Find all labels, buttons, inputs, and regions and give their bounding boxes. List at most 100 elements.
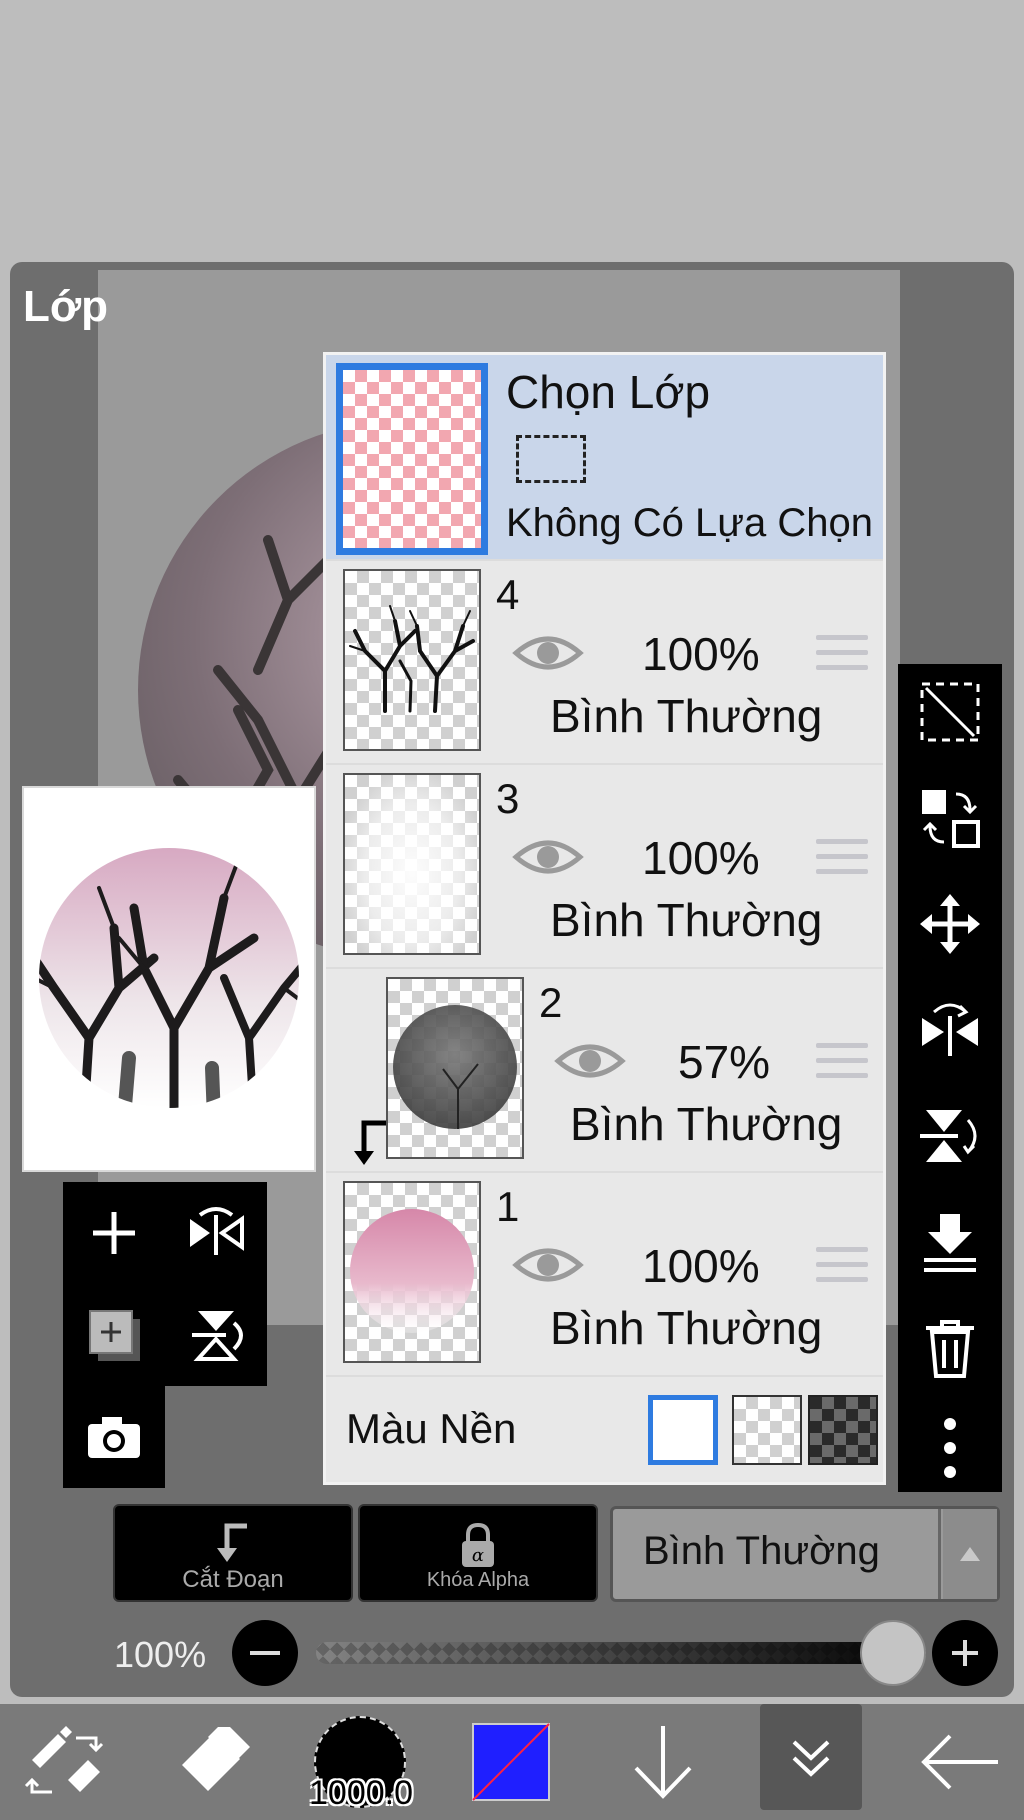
layer-list: Chọn Lớp Không Có Lựa Chọn 4 100% Bình T…: [323, 352, 886, 1485]
flip-horizontal-icon: [922, 1003, 978, 1056]
layer-blend-mode: Bình Thường: [570, 1098, 843, 1150]
layer-thumbnail: [343, 1181, 481, 1363]
selection-layer-title: Chọn Lớp: [506, 366, 711, 418]
blend-mode-dropdown[interactable]: [943, 1509, 997, 1599]
tool-switch-button[interactable]: [14, 1704, 114, 1820]
more-vertical-icon: [944, 1418, 956, 1478]
primary-color-swatch: [472, 1723, 550, 1801]
layer-panel: Lớp Chọn Lớp Không Có Lựa Chọn 4 100% Bì…: [10, 262, 1014, 1697]
layer-opacity: 100%: [642, 832, 760, 884]
layer-blend-mode: Bình Thường: [550, 1302, 823, 1354]
layer-blend-mode: Bình Thường: [550, 690, 823, 742]
alpha-lock-button[interactable]: α Khóa Alpha: [358, 1504, 598, 1602]
layer-row[interactable]: 3 100% Bình Thường: [326, 765, 883, 967]
add-layer-button[interactable]: [63, 1182, 165, 1284]
arrow-left-icon: [921, 1734, 998, 1790]
bottom-toolbar: 1000.0: [0, 1704, 1024, 1820]
opacity-label: 100%: [114, 1634, 207, 1675]
delete-layer-button[interactable]: [914, 1312, 986, 1384]
opacity-slider-track[interactable]: [316, 1642, 926, 1664]
layers-toggle-button[interactable]: [760, 1704, 862, 1810]
layer-thumbnail: [343, 773, 481, 955]
brush-eraser-swap-icon: [24, 1726, 104, 1794]
transfer-layer-button[interactable]: [914, 782, 986, 854]
brush-size-button[interactable]: 1000.0: [300, 1704, 420, 1820]
move-arrows-icon: [920, 894, 980, 954]
selection-marquee-icon: [516, 435, 586, 483]
plus-icon: [952, 1640, 978, 1666]
opacity-slider-thumb[interactable]: [860, 1620, 926, 1686]
minus-icon: [250, 1651, 280, 1655]
layer-row[interactable]: 1 100% Bình Thường: [326, 1173, 883, 1375]
clipping-label: Cắt Đoạn: [182, 1566, 284, 1593]
layer-thumbnail: [386, 977, 524, 1159]
selection-layer-thumbnail: [336, 363, 488, 555]
drag-handle-icon[interactable]: [816, 839, 868, 879]
back-button[interactable]: [910, 1704, 1010, 1820]
flip-vertical-button[interactable]: [165, 1284, 267, 1386]
selection-diagonal-icon: [920, 682, 980, 742]
layer-row[interactable]: 2 57% Bình Thường: [326, 969, 883, 1171]
visibility-eye-icon[interactable]: [512, 631, 584, 675]
layer-opacity: 100%: [642, 628, 760, 680]
panel-title: Lớp: [23, 282, 109, 331]
layer-opacity: 100%: [642, 1240, 760, 1292]
bg-dark-checker-swatch[interactable]: [808, 1395, 878, 1465]
svg-text:α: α: [472, 1545, 484, 1566]
visibility-eye-icon[interactable]: [512, 835, 584, 879]
visibility-eye-icon[interactable]: [554, 1039, 626, 1083]
flip-horizontal-button[interactable]: [165, 1182, 267, 1284]
flip-vertical-icon: [192, 1311, 243, 1361]
opacity-increase-button[interactable]: [932, 1620, 998, 1686]
eraser-icon: [182, 1727, 250, 1791]
blend-mode-select[interactable]: Bình Thường: [610, 1506, 1000, 1602]
triangle-up-icon: [960, 1547, 980, 1561]
layer-number: 4: [496, 571, 520, 618]
clipping-button[interactable]: Cắt Đoạn: [113, 1504, 353, 1602]
layer-opacity: 57%: [678, 1036, 771, 1088]
layer-number: 1: [496, 1183, 520, 1230]
camera-button[interactable]: [63, 1386, 165, 1488]
flip-horizontal-right-button[interactable]: [914, 994, 986, 1066]
drag-handle-icon[interactable]: [816, 1043, 868, 1083]
lock-icon: α: [462, 1523, 494, 1567]
clipping-arrow-icon: [217, 1523, 247, 1562]
clipping-arrow-icon: [354, 1120, 386, 1165]
merge-down-button[interactable]: [914, 1206, 986, 1278]
duplicate-layer-button[interactable]: [63, 1284, 165, 1386]
layer-blend-mode: Bình Thường: [550, 894, 823, 946]
layer-thumbnail: [343, 569, 481, 751]
canvas-preview: [22, 786, 316, 1172]
arrow-down-icon: [634, 1726, 692, 1799]
blend-mode-value: Bình Thường: [643, 1529, 880, 1573]
visibility-eye-icon[interactable]: [512, 1243, 584, 1287]
alpha-lock-label: Khóa Alpha: [426, 1569, 530, 1591]
eraser-button[interactable]: [164, 1704, 264, 1820]
layer-number: 2: [539, 979, 563, 1026]
drag-handle-icon[interactable]: [816, 1247, 868, 1287]
double-chevron-down-icon: [792, 1740, 830, 1777]
opacity-decrease-button[interactable]: [232, 1620, 298, 1686]
move-button[interactable]: [914, 888, 986, 960]
drag-handle-icon[interactable]: [816, 635, 868, 675]
flip-vertical-right-button[interactable]: [914, 1100, 986, 1172]
layer-row[interactable]: 4 100% Bình Thường: [326, 561, 883, 763]
select-divider: [938, 1509, 941, 1599]
flip-vertical-icon: [920, 1110, 977, 1162]
background-color-row: Màu Nền: [326, 1377, 883, 1482]
bg-white-swatch[interactable]: [648, 1395, 718, 1465]
selection-layer-row[interactable]: Chọn Lớp Không Có Lựa Chọn: [326, 355, 883, 559]
camera-icon: [88, 1417, 140, 1458]
more-options-button[interactable]: [914, 1412, 986, 1484]
trash-icon: [926, 1320, 974, 1378]
copy-layer-icon: [89, 1310, 140, 1361]
color-swatch-button[interactable]: [466, 1704, 556, 1820]
swap-layer-icon: [922, 790, 980, 848]
right-toolbar: [898, 664, 1002, 1492]
scroll-down-button[interactable]: [618, 1704, 708, 1820]
selection-status: Không Có Lựa Chọn: [506, 501, 874, 545]
select-layer-button[interactable]: [914, 676, 986, 748]
merge-down-icon: [924, 1214, 976, 1272]
bg-transparent-swatch[interactable]: [732, 1395, 802, 1465]
brush-size-value: 1000.0: [309, 1774, 413, 1812]
